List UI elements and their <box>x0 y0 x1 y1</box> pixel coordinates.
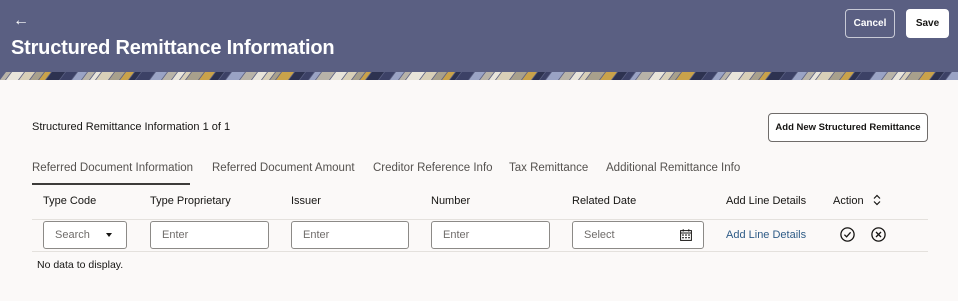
tab-tax-remittance[interactable]: Tax Remittance <box>509 162 588 174</box>
decorative-banner <box>0 72 958 80</box>
tab-referred-document-information[interactable]: Referred Document Information <box>32 162 193 174</box>
sort-icon[interactable] <box>872 194 882 206</box>
issuer-field[interactable] <box>291 221 409 249</box>
save-button[interactable]: Save <box>906 9 949 38</box>
banner-pattern <box>0 72 958 80</box>
page-header: ← Structured Remittance Information Canc… <box>0 0 958 72</box>
column-header-issuer: Issuer <box>291 195 321 207</box>
close-circle-icon[interactable] <box>871 227 886 242</box>
column-header-type-proprietary: Type Proprietary <box>150 195 231 207</box>
tab-referred-document-amount[interactable]: Referred Document Amount <box>212 162 355 174</box>
arrow-left-icon[interactable]: ← <box>13 11 33 31</box>
check-circle-icon[interactable] <box>840 227 855 242</box>
column-header-number: Number <box>431 195 471 207</box>
type-code-placeholder: Search <box>55 229 90 241</box>
column-header-type-code: Type Code <box>43 195 97 207</box>
active-tab-indicator <box>32 183 190 185</box>
record-count: Structured Remittance Information 1 of 1 <box>32 121 231 133</box>
column-header-action: Action <box>833 195 864 207</box>
empty-table-message: No data to display. <box>37 259 124 271</box>
related-date-placeholder: Select <box>584 229 615 241</box>
add-structured-remittance-button[interactable]: Add New Structured Remittance <box>768 113 928 142</box>
type-proprietary-input[interactable] <box>151 222 268 248</box>
cancel-button[interactable]: Cancel <box>845 9 895 38</box>
calendar-icon[interactable] <box>680 229 692 241</box>
page-title: Structured Remittance Information <box>11 37 335 59</box>
table-header-divider <box>32 219 928 220</box>
table-row-divider <box>32 251 928 252</box>
issuer-input[interactable] <box>292 222 408 248</box>
type-proprietary-field[interactable] <box>150 221 269 249</box>
number-field[interactable] <box>431 221 550 249</box>
chevron-down-icon <box>106 233 112 237</box>
type-code-dropdown[interactable]: Search <box>43 221 127 249</box>
tab-creditor-reference-info[interactable]: Creditor Reference Info <box>373 162 493 174</box>
column-header-related-date: Related Date <box>572 195 637 207</box>
column-header-add-line-details: Add Line Details <box>726 195 807 207</box>
number-input[interactable] <box>432 222 549 248</box>
add-line-details-link[interactable]: Add Line Details <box>726 229 806 241</box>
tab-additional-remittance-info[interactable]: Additional Remittance Info <box>606 162 740 174</box>
related-date-field[interactable]: Select <box>572 221 704 249</box>
